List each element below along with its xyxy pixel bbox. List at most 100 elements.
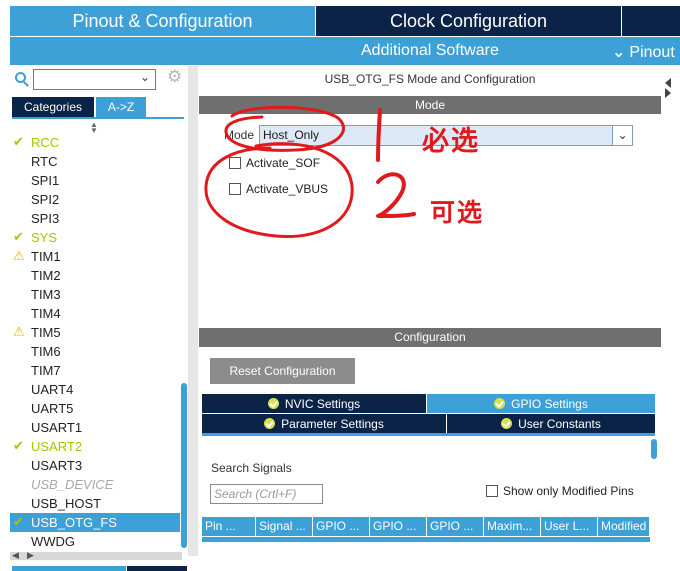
tab-clock-configuration[interactable]: Clock Configuration <box>316 6 621 36</box>
peripheral-label: TIM5 <box>31 325 61 340</box>
search-input[interactable]: ⌄ <box>33 69 156 90</box>
chevron-down-icon[interactable]: ⌄ <box>612 126 632 145</box>
peripheral-label: TIM7 <box>31 363 61 378</box>
mode-select-value: Host_Only <box>263 128 320 142</box>
peripheral-item[interactable]: TIM2 <box>10 266 180 285</box>
peripheral-label: TIM1 <box>31 249 61 264</box>
bottom-tab-active[interactable] <box>12 566 126 571</box>
peripheral-item[interactable]: UART4 <box>10 380 180 399</box>
peripheral-item[interactable]: SPI3 <box>10 209 180 228</box>
peripheral-label: SYS <box>31 230 58 245</box>
panel-divider[interactable] <box>188 66 198 556</box>
tab-a-z[interactable]: A->Z <box>96 97 146 117</box>
checkbox-box[interactable] <box>229 157 241 169</box>
tab-label: User Constants <box>518 416 601 431</box>
scrollbar-thumb[interactable] <box>181 383 187 548</box>
peripheral-item[interactable]: ✔ USB_OTG_FS <box>10 513 180 532</box>
pinout-menu-label: Pinout <box>629 44 675 61</box>
peripheral-item[interactable]: USART3 <box>10 456 180 475</box>
check-circle-icon <box>494 398 506 409</box>
filter-tab-underline <box>12 117 184 119</box>
peripheral-label: TIM6 <box>31 344 61 359</box>
show-modified-pins-checkbox[interactable]: Show only Modified Pins <box>486 484 634 498</box>
tab-overflow[interactable] <box>622 6 680 36</box>
peripheral-item[interactable]: ✔ SYS <box>10 228 180 247</box>
check-icon: ✔ <box>13 229 24 244</box>
table-column-header[interactable]: Modified <box>598 517 650 536</box>
additional-software-link[interactable]: Additional Software <box>361 42 499 60</box>
table-column-header[interactable]: Signal ... <box>256 517 313 536</box>
peripheral-item[interactable]: UART5 <box>10 399 180 418</box>
mode-label: Mode <box>224 128 255 142</box>
pinout-menu[interactable]: ⌄ Pinout <box>612 42 675 62</box>
peripheral-item[interactable]: TIM4 <box>10 304 180 323</box>
horizontal-scrollbar[interactable] <box>10 552 182 560</box>
warning-icon: ⚠ <box>13 324 25 339</box>
peripheral-label: WWDG <box>31 534 76 549</box>
search-icon[interactable] <box>15 72 29 87</box>
peripheral-list-scrollbar[interactable] <box>180 133 188 550</box>
peripheral-label: UART5 <box>31 401 74 416</box>
configuration-header: Configuration <box>199 328 661 347</box>
configuration-scrollbar[interactable] <box>650 437 658 549</box>
peripheral-item[interactable]: WWDG <box>10 532 180 551</box>
scrollbar-thumb[interactable] <box>651 439 657 459</box>
activate-sof-label: Activate_SOF <box>246 156 321 170</box>
bottom-tab[interactable] <box>127 566 187 571</box>
peripheral-item[interactable]: USB_HOST <box>10 494 180 513</box>
scroll-right-icon[interactable]: ▶ <box>27 550 34 561</box>
peripheral-label: SPI2 <box>31 192 60 207</box>
table-column-header[interactable]: Pin ... <box>202 517 256 536</box>
peripheral-label: UART4 <box>31 382 74 397</box>
collapse-right-icon[interactable] <box>665 88 671 98</box>
peripheral-label: RTC <box>31 154 58 169</box>
peripheral-label: USART3 <box>31 458 83 473</box>
warning-icon: ⚠ <box>13 248 25 263</box>
mode-panel-title: USB_OTG_FS Mode and Configuration <box>324 72 536 86</box>
peripheral-item[interactable]: SPI1 <box>10 171 180 190</box>
peripheral-item[interactable]: SPI2 <box>10 190 180 209</box>
chevron-down-icon[interactable]: ⌄ <box>140 70 150 84</box>
peripheral-item[interactable]: ✔ USART2 <box>10 437 180 456</box>
peripheral-item[interactable]: TIM3 <box>10 285 180 304</box>
tab-nvic-settings[interactable]: NVIC Settings <box>202 394 426 413</box>
peripheral-label: USB_DEVICE <box>31 477 114 492</box>
peripheral-item[interactable]: USART1 <box>10 418 180 437</box>
table-column-header[interactable]: Maxim... <box>484 517 541 536</box>
peripheral-item[interactable]: ✔ RCC <box>10 133 180 152</box>
table-column-header[interactable]: GPIO ... <box>427 517 484 536</box>
peripheral-item[interactable]: TIM7 <box>10 361 180 380</box>
peripheral-list: ✔ RCC RTC SPI1 SPI2 SPI3 ✔ SYS ⚠ TIM1 TIM2 TIM3 TIM4… <box>10 133 180 551</box>
checkbox-box[interactable] <box>229 183 241 195</box>
table-column-header[interactable]: User L... <box>541 517 598 536</box>
scroll-left-icon[interactable]: ◀ <box>12 550 19 561</box>
filter-tabs: Categories A->Z <box>12 97 146 117</box>
peripheral-item[interactable]: RTC <box>10 152 180 171</box>
right-edge-strip <box>662 66 680 556</box>
reset-configuration-button[interactable]: Reset Configuration <box>210 358 355 384</box>
mode-section-header: Mode <box>199 96 661 114</box>
peripheral-item[interactable]: ⚠ TIM1 <box>10 247 180 266</box>
collapse-left-icon[interactable] <box>665 78 671 88</box>
tab-label: Parameter Settings <box>281 416 384 431</box>
checkbox-box[interactable] <box>486 485 498 497</box>
search-signals-input[interactable]: Search (Crtl+F) <box>210 484 323 504</box>
tab-parameter-settings[interactable]: Parameter Settings <box>202 414 446 433</box>
peripheral-item[interactable]: USB_DEVICE <box>10 475 180 494</box>
tab-gpio-settings[interactable]: GPIO Settings <box>427 394 655 413</box>
chevron-down-icon: ⌄ <box>612 44 626 61</box>
activate-vbus-checkbox[interactable]: Activate_VBUS <box>229 182 328 196</box>
check-icon: ✔ <box>13 438 24 453</box>
tab-user-constants[interactable]: User Constants <box>447 414 655 433</box>
signal-table-body <box>202 537 650 542</box>
peripheral-item[interactable]: ⚠ TIM5 <box>10 323 180 342</box>
gear-icon[interactable]: ⚙ <box>167 68 185 86</box>
table-column-header[interactable]: GPIO ... <box>313 517 370 536</box>
tab-categories[interactable]: Categories <box>12 97 94 117</box>
table-column-header[interactable]: GPIO ... <box>370 517 427 536</box>
check-circle-icon <box>264 418 276 429</box>
search-signals-label: Search Signals <box>211 461 292 475</box>
tab-pinout-configuration[interactable]: Pinout & Configuration <box>10 6 315 36</box>
peripheral-item[interactable]: TIM6 <box>10 342 180 361</box>
activate-sof-checkbox[interactable]: Activate_SOF <box>229 156 320 170</box>
